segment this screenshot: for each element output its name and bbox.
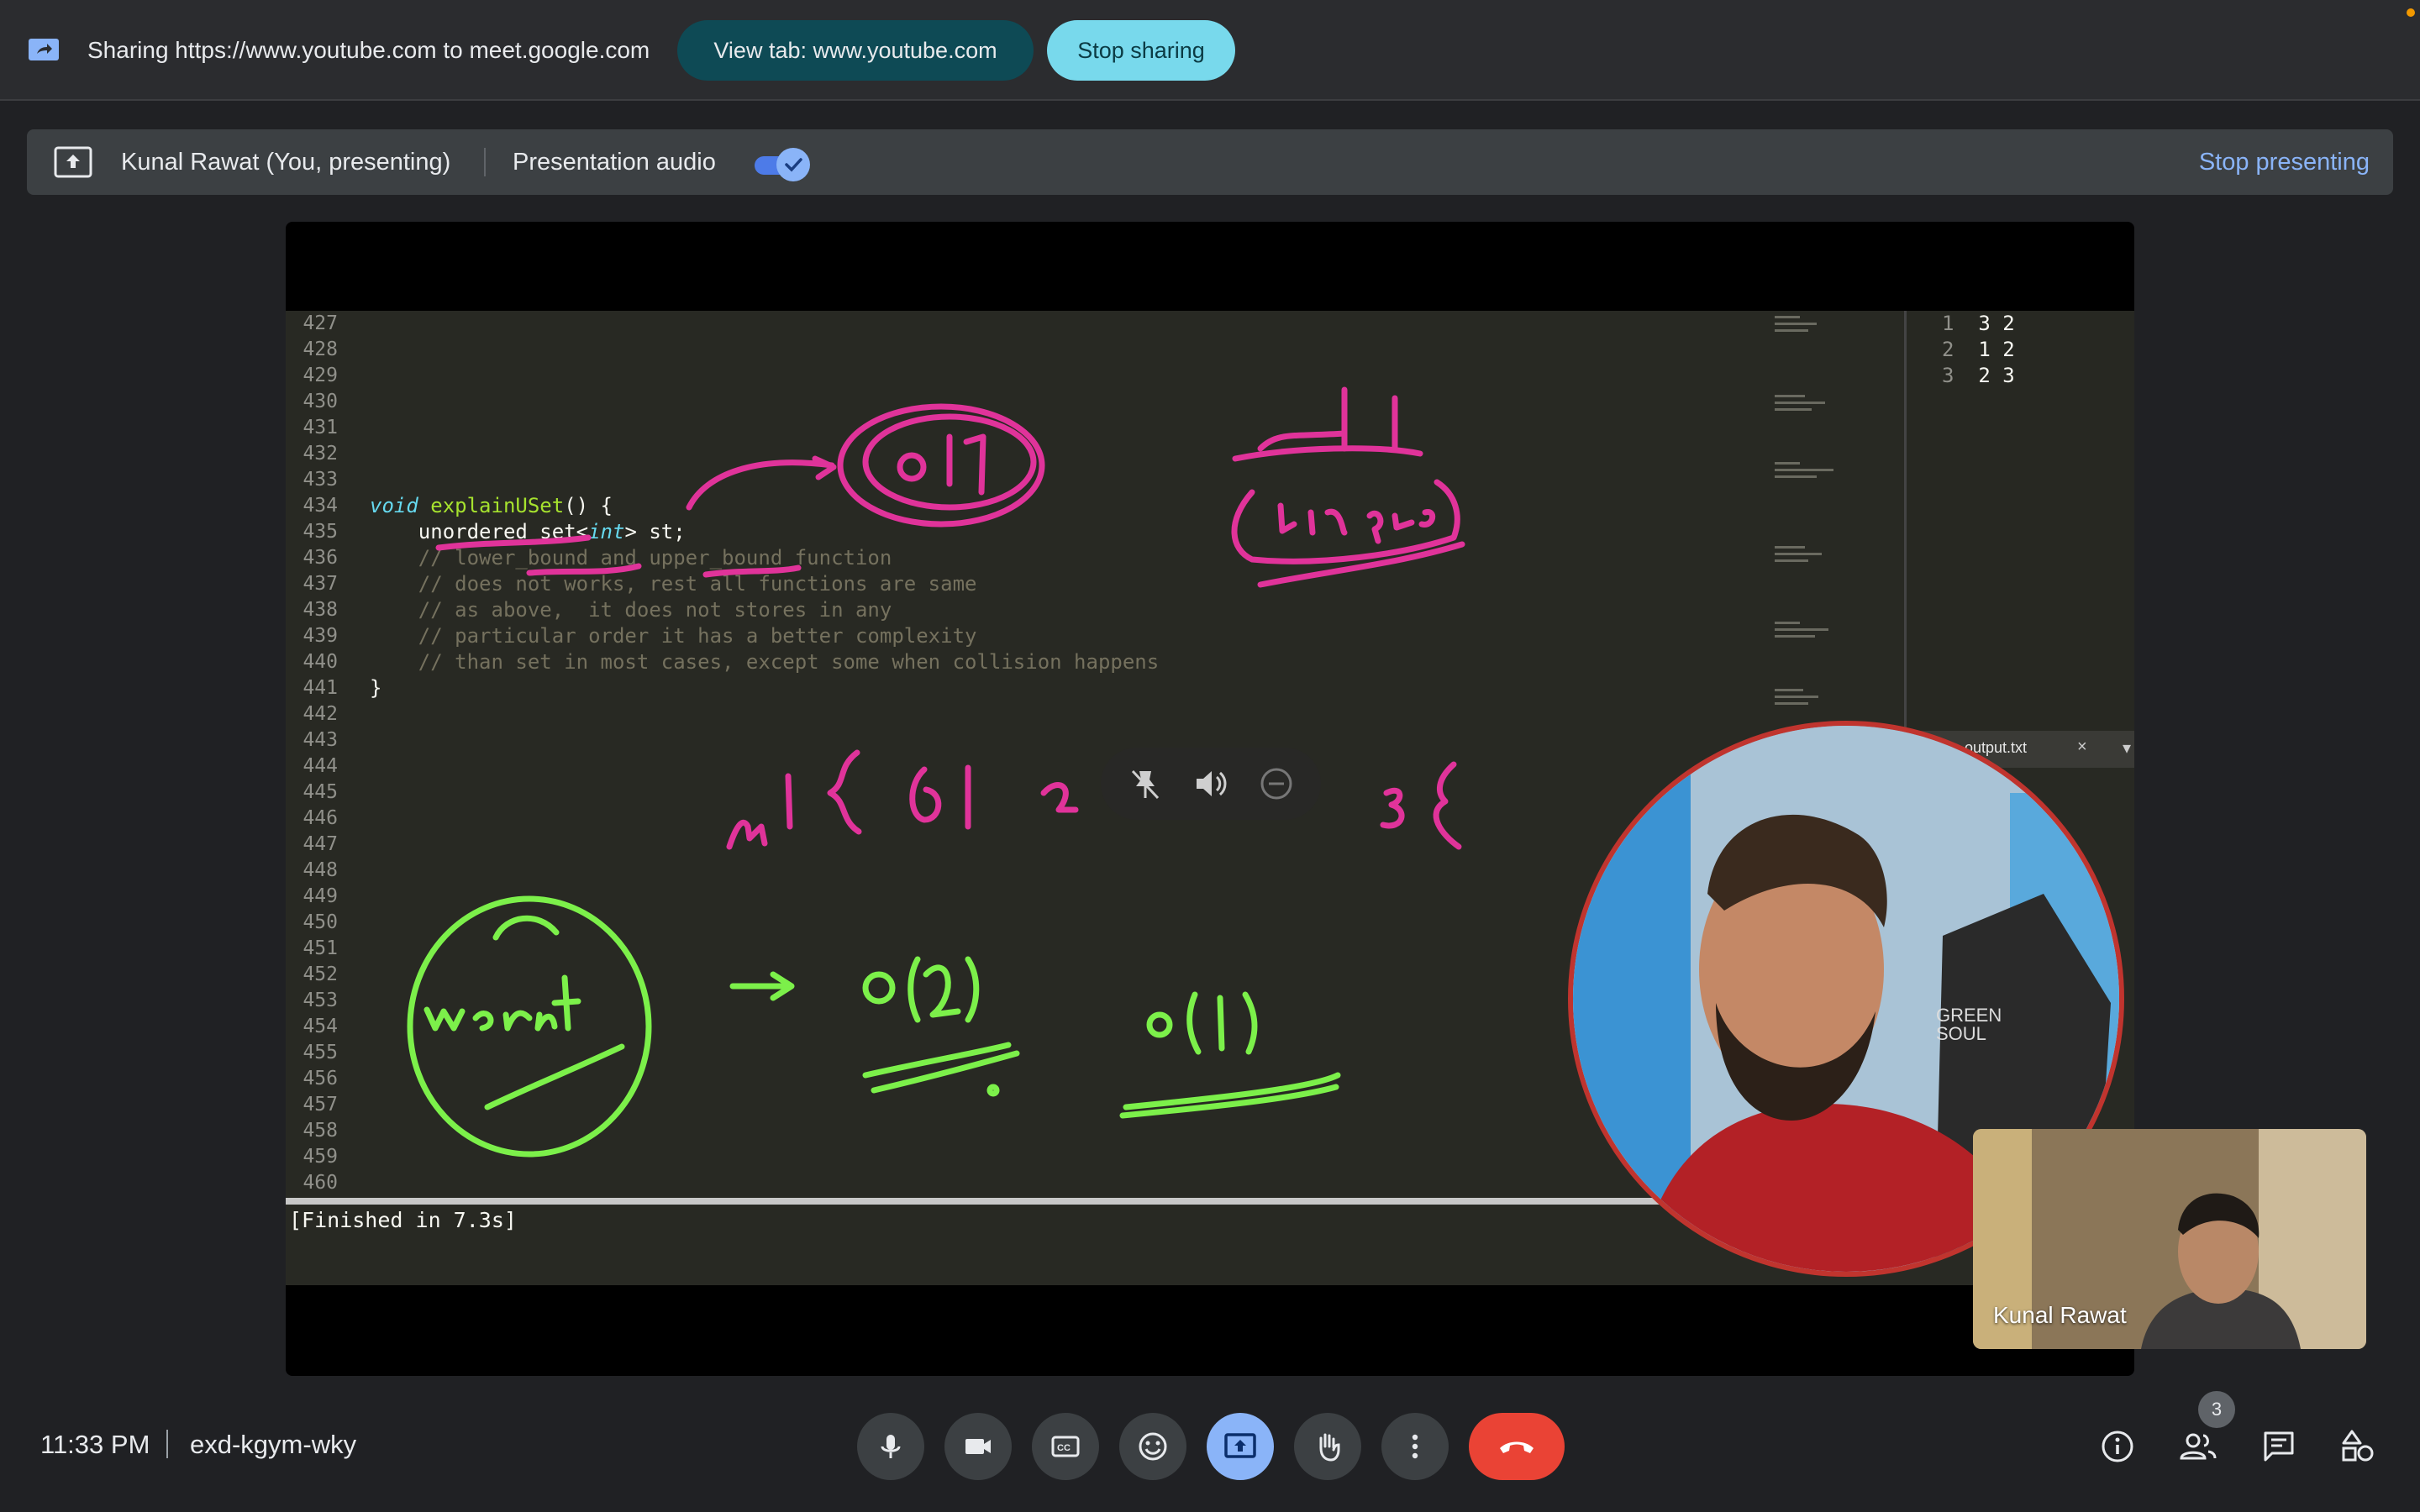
green-annotations [407, 895, 1341, 1158]
view-tab-button[interactable]: View tab: www.youtube.com [677, 20, 1034, 81]
present-icon [1224, 1433, 1256, 1458]
captions-icon: CC [1051, 1436, 1080, 1457]
participants-count-badge: 3 [2198, 1391, 2235, 1428]
activities-button[interactable] [2334, 1423, 2381, 1470]
end-call-icon [1500, 1441, 1534, 1453]
pin-off-icon[interactable] [1126, 764, 1165, 803]
presenting-bar: Kunal Rawat (You, presenting) Presentati… [27, 129, 2393, 195]
check-icon [785, 158, 802, 172]
present-button[interactable] [1207, 1413, 1274, 1480]
remove-icon[interactable] [1257, 764, 1296, 803]
chair-brand: SOUL [1936, 1023, 1986, 1044]
raise-hand-button[interactable] [1294, 1413, 1361, 1480]
raise-hand-icon [1319, 1433, 1340, 1462]
people-icon [2180, 1433, 2217, 1460]
captions-button[interactable]: CC [1032, 1413, 1099, 1480]
self-name-label: Kunal Rawat [1993, 1302, 2127, 1328]
screen-share-icon [29, 39, 59, 60]
people-button[interactable] [2175, 1423, 2222, 1470]
presentation-audio-label: Presentation audio [513, 149, 716, 176]
meeting-info-button[interactable] [2094, 1423, 2141, 1470]
media-controls [1101, 748, 1321, 820]
stop-presenting-link[interactable]: Stop presenting [2199, 148, 2370, 176]
divider [166, 1430, 168, 1458]
clock: 11:33 PM [40, 1430, 150, 1459]
more-vert-icon [1412, 1434, 1418, 1459]
mic-button[interactable] [857, 1413, 924, 1480]
emoji-button[interactable] [1119, 1413, 1186, 1480]
chat-icon [2264, 1431, 2294, 1462]
emoji-icon [1139, 1432, 1167, 1461]
presentation-audio-toggle[interactable] [751, 148, 812, 181]
camera-button[interactable] [944, 1413, 1012, 1480]
stop-sharing-button[interactable]: Stop sharing [1047, 20, 1235, 81]
divider [484, 148, 486, 176]
volume-icon[interactable] [1192, 764, 1230, 803]
chat-button[interactable] [2255, 1423, 2302, 1470]
sharing-bar: Sharing https://www.youtube.com to meet.… [0, 0, 2420, 101]
more-options-button[interactable] [1381, 1413, 1449, 1480]
camera-icon [965, 1439, 991, 1454]
present-to-all-icon [54, 146, 92, 178]
self-view-tile[interactable]: Kunal Rawat [1973, 1129, 2366, 1349]
presenter-name: Kunal Rawat (You, presenting) [121, 149, 451, 176]
sharing-text: Sharing https://www.youtube.com to meet.… [87, 37, 650, 63]
meeting-code: exd-kgym-wky [190, 1430, 357, 1459]
recording-indicator [2407, 8, 2415, 17]
leave-call-button[interactable] [1469, 1413, 1565, 1480]
mic-icon [881, 1435, 901, 1458]
activities-icon [2342, 1430, 2374, 1462]
info-icon [2102, 1431, 2133, 1462]
svg-text:CC: CC [1057, 1443, 1071, 1453]
toggle-knob [776, 148, 810, 181]
